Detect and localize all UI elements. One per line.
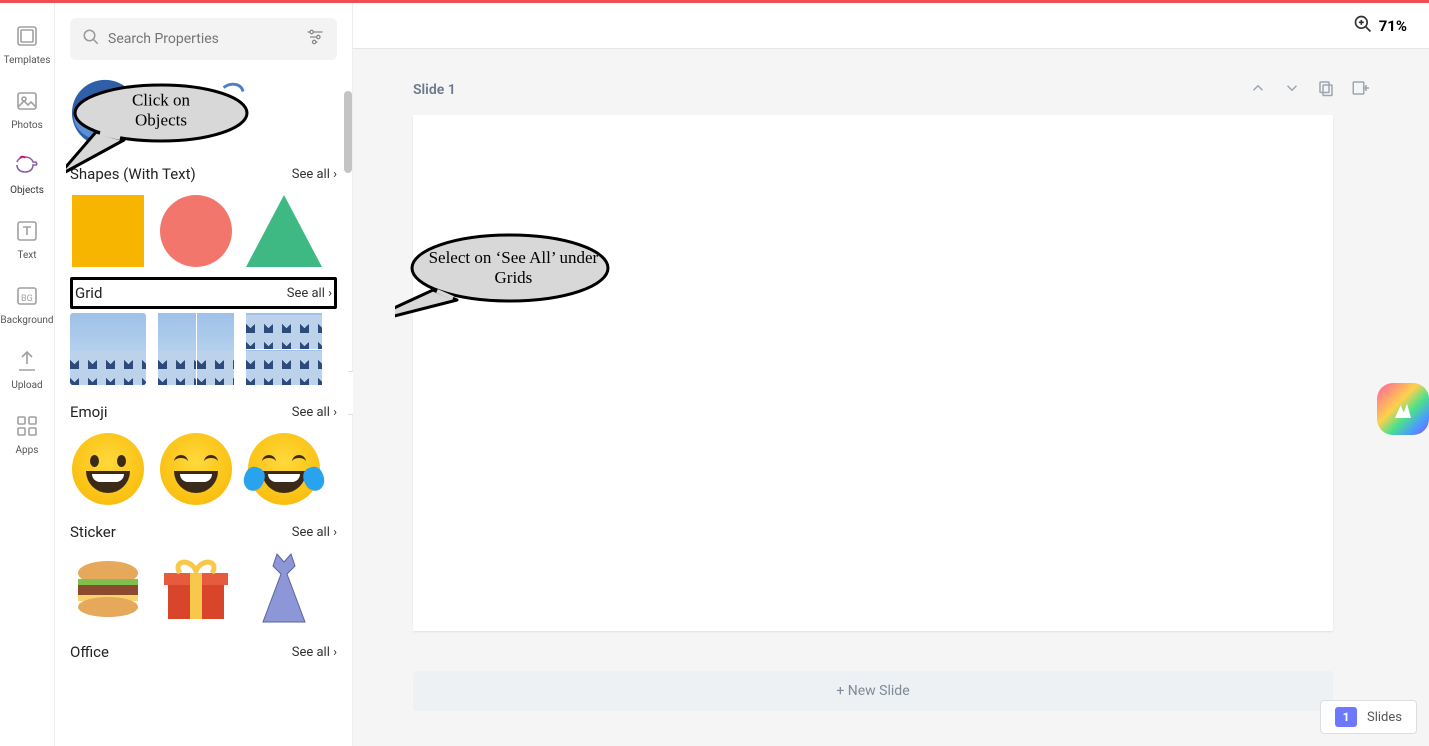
chevron-right-icon: › bbox=[333, 525, 337, 540]
emoji-joy-tears[interactable] bbox=[246, 433, 322, 505]
callout-text: Select on ‘See All’ under Grids bbox=[428, 248, 598, 289]
section-title: Grid bbox=[75, 284, 102, 302]
callout-text: Click on Objects bbox=[114, 90, 209, 131]
chevron-right-icon: › bbox=[333, 167, 337, 182]
nav-label: Templates bbox=[4, 55, 51, 66]
nav-objects[interactable]: Objects bbox=[10, 153, 44, 196]
zoom-control[interactable]: 71% bbox=[1353, 14, 1407, 38]
zoom-in-icon bbox=[1353, 14, 1373, 38]
section-title: Sticker bbox=[70, 523, 116, 541]
slides-drawer-button[interactable]: 1 Slides bbox=[1320, 700, 1417, 734]
nav-label: Upload bbox=[11, 380, 42, 391]
chevron-right-icon: › bbox=[328, 286, 332, 301]
grid-thumb-1[interactable] bbox=[70, 313, 146, 385]
see-all-office[interactable]: See all › bbox=[292, 645, 337, 660]
add-slide-button[interactable] bbox=[1351, 79, 1369, 101]
section-sticker: Sticker See all › bbox=[70, 515, 337, 625]
slides-button-label: Slides bbox=[1367, 710, 1402, 725]
duplicate-slide-button[interactable] bbox=[1317, 79, 1335, 101]
shape-triangle[interactable] bbox=[246, 195, 322, 267]
see-all-grid[interactable]: See all › bbox=[287, 286, 332, 301]
search-input[interactable] bbox=[108, 31, 305, 47]
stage-topbar: 71% bbox=[353, 3, 1429, 49]
search-input-wrap[interactable] bbox=[70, 18, 337, 60]
text-icon bbox=[14, 218, 40, 244]
nav-apps[interactable]: Apps bbox=[14, 413, 40, 456]
shape-circle[interactable] bbox=[158, 195, 234, 267]
see-all-shapes[interactable]: See all › bbox=[292, 167, 337, 182]
section-emoji: Emoji See all › bbox=[70, 395, 337, 505]
chevron-right-icon: › bbox=[333, 405, 337, 420]
chevron-right-icon: › bbox=[333, 645, 337, 660]
shape-square[interactable] bbox=[70, 195, 146, 267]
callout-grid: Select on ‘See All’ under Grids bbox=[395, 228, 625, 338]
nav-label: Photos bbox=[11, 120, 43, 131]
nav-photos[interactable]: Photos bbox=[11, 88, 43, 131]
upload-icon bbox=[14, 348, 40, 374]
grid-thumb-2[interactable] bbox=[158, 313, 234, 385]
panel-scrollbar-thumb[interactable] bbox=[344, 91, 352, 173]
nav-text[interactable]: Text bbox=[14, 218, 40, 261]
objects-icon bbox=[14, 153, 40, 179]
nav-templates[interactable]: Templates bbox=[4, 23, 51, 66]
nav-label: Text bbox=[17, 250, 36, 261]
brand-fab[interactable] bbox=[1377, 383, 1429, 435]
nav-label: Background bbox=[0, 315, 53, 326]
move-up-button[interactable] bbox=[1249, 79, 1267, 101]
svg-text:BG: BG bbox=[21, 294, 33, 304]
zoom-value: 71% bbox=[1379, 17, 1407, 35]
nav-label: Objects bbox=[10, 185, 44, 196]
nav-background[interactable]: BG Background bbox=[0, 283, 53, 326]
see-all-emoji[interactable]: See all › bbox=[292, 405, 337, 420]
photos-icon bbox=[14, 88, 40, 114]
sticker-dress[interactable] bbox=[246, 553, 322, 625]
sticker-gift[interactable] bbox=[158, 553, 234, 625]
slide-canvas[interactable] bbox=[413, 115, 1333, 631]
sticker-burger[interactable] bbox=[70, 553, 146, 625]
nav-label: Apps bbox=[16, 445, 39, 456]
section-grid: Grid See all › bbox=[70, 277, 337, 385]
nav-rail: Templates Photos Objects Text BG Backgro… bbox=[0, 3, 55, 746]
slides-count-badge: 1 bbox=[1335, 707, 1357, 727]
templates-icon bbox=[14, 23, 40, 49]
apps-icon bbox=[14, 413, 40, 439]
emoji-grin[interactable] bbox=[70, 433, 146, 505]
move-down-button[interactable] bbox=[1283, 79, 1301, 101]
filter-icon[interactable] bbox=[305, 28, 325, 50]
slide-tools bbox=[1249, 79, 1369, 101]
new-slide-button[interactable]: + New Slide bbox=[413, 671, 1333, 711]
nav-upload[interactable]: Upload bbox=[11, 348, 42, 391]
search-icon bbox=[82, 28, 100, 50]
slide-title: Slide 1 bbox=[413, 82, 456, 98]
canvas-stage: 71% Slide 1 + New Slide 1 Slides bbox=[353, 3, 1429, 746]
background-icon: BG bbox=[14, 283, 40, 309]
see-all-sticker[interactable]: See all › bbox=[292, 525, 337, 540]
section-title: Emoji bbox=[70, 403, 107, 421]
grid-thumb-3[interactable] bbox=[246, 313, 322, 385]
section-office: Office See all › bbox=[70, 635, 337, 669]
section-title: Office bbox=[70, 643, 109, 661]
callout-objects: Click on Objects bbox=[66, 80, 256, 176]
emoji-beaming[interactable] bbox=[158, 433, 234, 505]
